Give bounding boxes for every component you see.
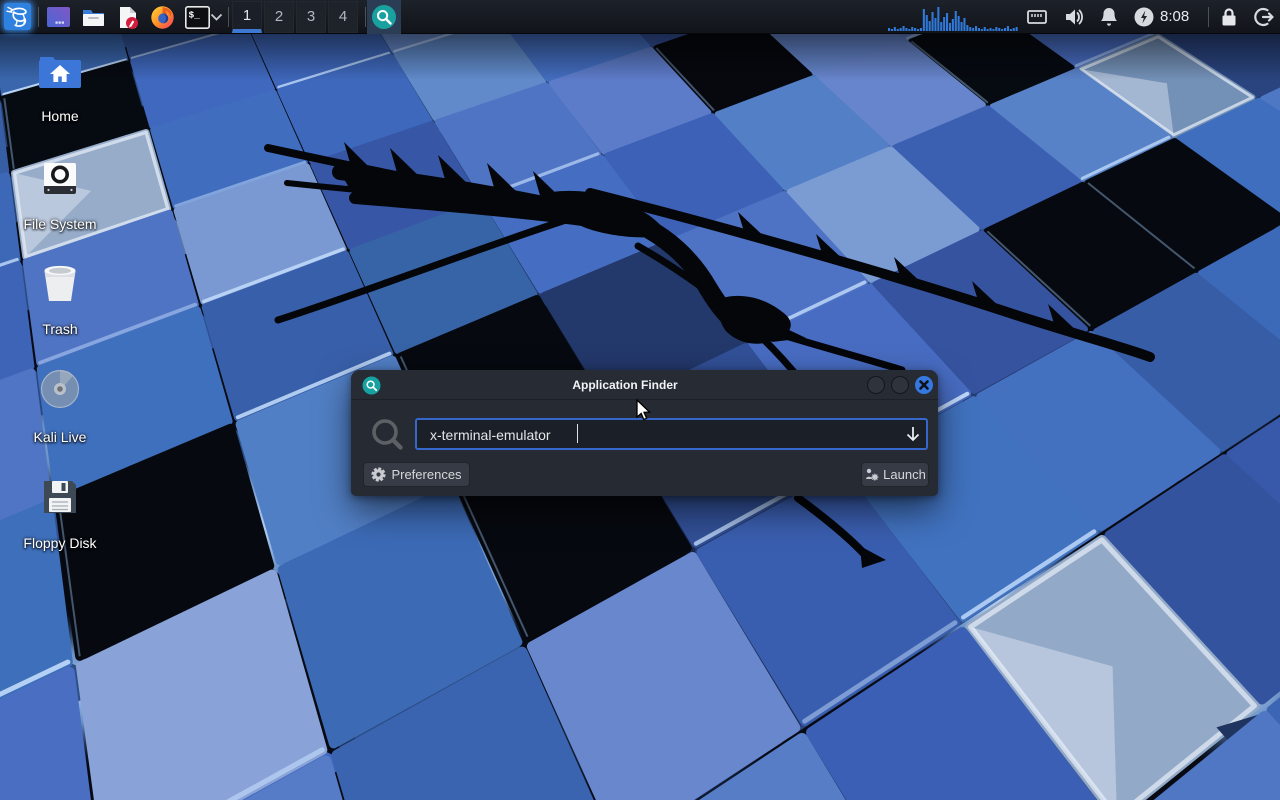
svg-text:$_: $_ <box>189 10 201 21</box>
